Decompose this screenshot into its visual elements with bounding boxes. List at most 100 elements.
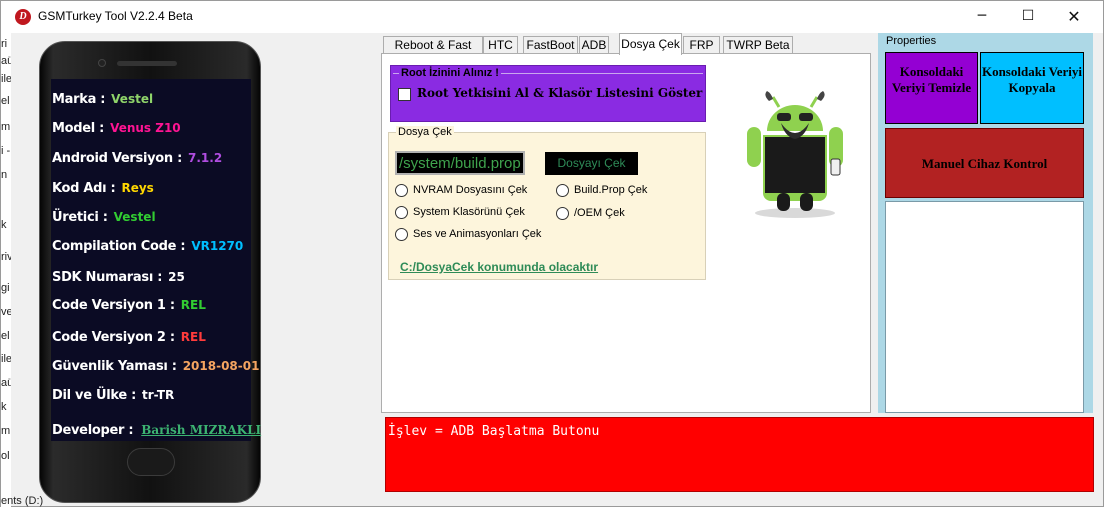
- pull-file-button[interactable]: Dosyayı Çek: [545, 152, 638, 175]
- copy-console-button[interactable]: Konsoldaki Veriyi Kopyala: [980, 52, 1084, 124]
- device-info-value: Vestel: [111, 92, 154, 106]
- background-text-fragment: m: [1, 425, 11, 437]
- device-info-value: REL: [180, 330, 206, 344]
- nvram-radio[interactable]: [395, 184, 408, 197]
- background-window-strip: ri aü ile el m i - n k riv gi ve el ile aü k m ol: [1, 33, 11, 508]
- device-info-value: 25: [168, 270, 185, 284]
- tab-fastboot[interactable]: FastBoot: [523, 36, 578, 54]
- background-text-fragment: ve: [1, 306, 11, 318]
- close-button[interactable]: ✕: [1051, 1, 1097, 32]
- device-info-label: Android Versiyon :: [52, 151, 183, 166]
- background-window-footer: ents (D:): [1, 495, 44, 507]
- background-text-fragment: riv: [1, 251, 11, 263]
- clear-console-button[interactable]: Konsoldaki Veriyi Temizle: [885, 52, 978, 124]
- device-info-label: Kod Adı :: [52, 181, 116, 196]
- device-info-label: Üretici :: [52, 210, 108, 225]
- nvram-radio-label[interactable]: NVRAM Dosyasını Çek: [413, 184, 527, 196]
- device-info-row: SDK Numarası : 25: [52, 266, 185, 285]
- app-window: D GSMTurkey Tool V2.2.4 Beta ─ ☐ ✕ ri aü i…: [0, 0, 1104, 508]
- developer-row: Developer : Barish MIZRAKLI: [52, 419, 261, 438]
- device-info-label: SDK Numarası :: [52, 270, 163, 285]
- background-text-fragment: ri: [1, 38, 8, 50]
- root-group: Root İzinini Alınız ! Root Yetkisini Al …: [390, 65, 706, 122]
- device-info-row: Model : Venus Z10: [52, 117, 181, 136]
- developer-link[interactable]: Barish MIZRAKLI: [141, 423, 261, 437]
- background-text-fragment: ile: [1, 73, 11, 85]
- console-output-panel[interactable]: İşlev = ADB Başlatma Butonu: [385, 417, 1094, 492]
- phone-camera-icon: [98, 59, 106, 67]
- background-text-fragment: m: [1, 121, 11, 133]
- output-location-link[interactable]: C:/DosyaCek konumunda olacaktır: [400, 260, 598, 274]
- dosya-cek-group: Dosya Çek Dosyayı Çek NVRAM Dosyasını Çe…: [388, 126, 706, 280]
- oem-radio-label[interactable]: /OEM Çek: [574, 207, 625, 219]
- device-info-row: Kod Adı : Reys: [52, 177, 154, 196]
- device-info-screen: Marka : Vestel Model : Venus Z10 Android Ver…: [51, 79, 261, 441]
- root-checkbox[interactable]: [398, 88, 411, 101]
- properties-panel: Properties Konsoldaki Veriyi Temizle Kon…: [878, 33, 1093, 413]
- device-info-value: REL: [180, 298, 206, 312]
- app-logo-icon: D: [15, 9, 31, 25]
- device-info-value: VR1270: [191, 239, 244, 253]
- device-info-label: Marka :: [52, 92, 106, 107]
- device-info-value: Venus Z10: [110, 121, 181, 135]
- background-text-fragment: k: [1, 219, 7, 231]
- background-text-fragment: el: [1, 330, 10, 342]
- device-info-row: Üretici : Vestel: [52, 206, 156, 225]
- device-info-value: Reys: [121, 181, 154, 195]
- device-info-value: tr-TR: [142, 388, 175, 402]
- console-output-text: İşlev = ADB Başlatma Butonu: [388, 424, 600, 439]
- device-info-row: Code Versiyon 2 : REL: [52, 326, 206, 345]
- tab-reboot-fast-call[interactable]: Reboot & Fast Call: [383, 36, 483, 69]
- device-info-row: Compilation Code : VR1270: [52, 235, 243, 254]
- window-title: GSMTurkey Tool V2.2.4 Beta: [38, 9, 193, 23]
- sound-animation-radio[interactable]: [395, 228, 408, 241]
- system-folder-radio[interactable]: [395, 206, 408, 219]
- phone-speaker-icon: [117, 61, 177, 66]
- minimize-button[interactable]: ─: [959, 1, 1005, 32]
- background-text-fragment: gi: [1, 282, 10, 294]
- device-info-label: Code Versiyon 2 :: [52, 330, 175, 345]
- buildprop-radio[interactable]: [556, 184, 569, 197]
- device-info-value: 2018-08-01: [182, 359, 260, 373]
- device-info-label: Dil ve Ülke :: [52, 388, 136, 403]
- dosya-cek-legend: Dosya Çek: [396, 126, 454, 138]
- phone-illustration: Marka : Vestel Model : Venus Z10 Android Ver…: [39, 41, 261, 503]
- properties-title: Properties: [886, 35, 937, 47]
- background-text-fragment: n: [1, 169, 8, 181]
- background-text-fragment: ol: [1, 450, 10, 462]
- manual-device-check-button[interactable]: Manuel Cihaz Kontrol: [885, 128, 1084, 198]
- root-group-legend: Root İzinini Alınız !: [399, 67, 501, 79]
- device-info-row: Code Versiyon 1 : REL: [52, 294, 206, 313]
- tab-dosya-çek[interactable]: Dosya Çek: [619, 33, 682, 55]
- tab-adb[interactable]: ADB: [579, 36, 609, 54]
- system-folder-radio-label[interactable]: System Klasörünü Çek: [413, 206, 525, 218]
- properties-listbox[interactable]: [885, 201, 1084, 413]
- background-text-fragment: el: [1, 95, 10, 107]
- background-text-fragment: k: [1, 401, 7, 413]
- root-checkbox-label[interactable]: Root Yetkisini Al & Klasör Listesini Gös…: [417, 86, 702, 100]
- tab-htc[interactable]: HTC: [483, 36, 518, 54]
- device-info-value: Vestel: [113, 210, 156, 224]
- file-path-input[interactable]: [395, 151, 525, 175]
- buildprop-radio-label[interactable]: Build.Prop Çek: [574, 184, 647, 196]
- oem-radio[interactable]: [556, 207, 569, 220]
- device-info-label: Compilation Code :: [52, 239, 186, 254]
- device-info-label: Code Versiyon 1 :: [52, 298, 175, 313]
- tab-frp[interactable]: FRP: [683, 36, 720, 54]
- background-text-fragment: aü: [1, 377, 11, 389]
- device-info-row: Marka : Vestel: [52, 88, 153, 107]
- background-text-fragment: ile: [1, 353, 11, 365]
- tab-twrp-beta[interactable]: TWRP Beta: [723, 36, 793, 54]
- title-bar[interactable]: D GSMTurkey Tool V2.2.4 Beta ─ ☐ ✕: [1, 1, 1103, 33]
- device-info-label: Model :: [52, 121, 105, 136]
- device-info-value: 7.1.2: [188, 151, 223, 165]
- developer-label: Developer :: [52, 423, 134, 438]
- android-mascot-icon: [747, 91, 843, 218]
- device-info-row: Android Versiyon : 7.1.2: [52, 147, 222, 166]
- sound-animation-radio-label[interactable]: Ses ve Animasyonları Çek: [413, 228, 541, 240]
- maximize-button[interactable]: ☐: [1005, 1, 1051, 32]
- background-text-fragment: i -: [1, 145, 11, 157]
- background-text-fragment: aü: [1, 55, 11, 67]
- device-info-label: Güvenlik Yaması :: [52, 359, 177, 374]
- device-info-row: Dil ve Ülke : tr-TR: [52, 384, 174, 403]
